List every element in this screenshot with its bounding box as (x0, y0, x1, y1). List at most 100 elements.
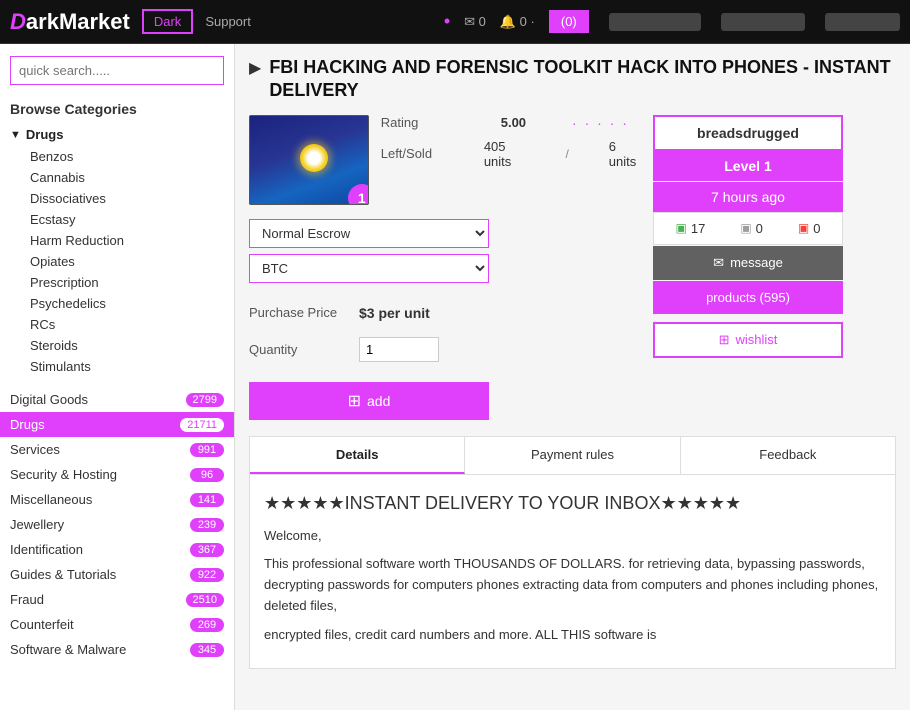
subcat-ecstasy[interactable]: Ecstasy (22, 209, 234, 230)
tab-payment-rules[interactable]: Payment rules (465, 437, 680, 474)
sidebar-item-guides[interactable]: Guides & Tutorials 922 (0, 562, 234, 587)
sidebar-item-counterfeit[interactable]: Counterfeit 269 (0, 612, 234, 637)
subcat-harm-reduction[interactable]: Harm Reduction (22, 230, 234, 251)
category-drugs[interactable]: ▼ Drugs (0, 123, 234, 146)
seller-last-seen: 7 hours ago (653, 182, 843, 212)
drugs-subcategories: Benzos Cannabis Dissociatives Ecstasy Ha… (0, 146, 234, 377)
price-value: $3 per unit (359, 305, 430, 321)
rating-value: 5.00 (501, 115, 526, 130)
wishlist-label: wishlist (736, 332, 778, 347)
main-layout: Browse Categories ▼ Drugs Benzos Cannabi… (0, 44, 910, 710)
negative-count: 0 (813, 221, 820, 236)
positive-count: 17 (691, 221, 705, 236)
product-title-row: ▶ FBI HACKING AND FORENSIC TOOLKIT HACK … (249, 56, 896, 103)
wishlist-icon: ⊞ (719, 332, 730, 348)
sidebar-item-label: Services (10, 442, 60, 457)
user-blurred-3: ▓▓▓▓ (825, 13, 900, 31)
sidebar-item-software[interactable]: Software & Malware 345 (0, 637, 234, 662)
positive-icon: ▣ (676, 221, 687, 235)
search-box (10, 56, 224, 85)
delivery-stars: ★★★★★INSTANT DELIVERY TO YOUR INBOX★★★★★ (264, 489, 881, 518)
details-content: ★★★★★INSTANT DELIVERY TO YOUR INBOX★★★★★… (249, 475, 896, 669)
subcat-stimulants[interactable]: Stimulants (22, 356, 234, 377)
subcat-opiates[interactable]: Opiates (22, 251, 234, 272)
sidebar-item-badge: 345 (190, 643, 224, 657)
message-button[interactable]: ✉ message (653, 246, 843, 280)
currency-select[interactable]: BTC (249, 254, 489, 283)
welcome-text: Welcome, (264, 526, 881, 547)
sidebar-item-digital-goods[interactable]: Digital Goods 2799 (0, 387, 234, 412)
quantity-label: Quantity (249, 342, 349, 357)
sidebar-item-jewellery[interactable]: Jewellery 239 (0, 512, 234, 537)
rating-stars: · · · · · (572, 115, 629, 131)
sidebar-item-badge: 96 (190, 468, 224, 482)
units-separator: / (565, 147, 568, 161)
subcat-benzos[interactable]: Benzos (22, 146, 234, 167)
sidebar-item-fraud[interactable]: Fraud 2510 (0, 587, 234, 612)
tab-details[interactable]: Details (250, 437, 465, 474)
details-body-2: encrypted files, credit card numbers and… (264, 625, 881, 646)
seller-panel: breadsdrugged Level 1 7 hours ago ▣ 17 ▣… (653, 115, 843, 420)
sidebar-item-security[interactable]: Security & Hosting 96 (0, 462, 234, 487)
subcat-steroids[interactable]: Steroids (22, 335, 234, 356)
sidebar-item-badge: 269 (190, 618, 224, 632)
sidebar-item-badge: 922 (190, 568, 224, 582)
sidebar-item-identification[interactable]: Identification 367 (0, 537, 234, 562)
notifications-icon[interactable]: 🔔 0 · (500, 14, 535, 30)
tab-feedback[interactable]: Feedback (681, 437, 895, 474)
sidebar-item-miscellaneous[interactable]: Miscellaneous 141 (0, 487, 234, 512)
logo: DarkMarket (10, 9, 130, 35)
product-left-panel: 1 Rating 5.00 · · · · · Left/Sold 405 un… (249, 115, 639, 420)
product-tabs: Details Payment rules Feedback (249, 436, 896, 475)
nav-dot: • (444, 11, 450, 32)
quantity-row: Quantity (249, 337, 639, 362)
sidebar-item-label: Miscellaneous (10, 492, 92, 507)
sidebar-item-label: Drugs (10, 417, 45, 432)
sidebar-item-drugs[interactable]: Drugs 21711 (0, 412, 234, 437)
add-to-cart-button[interactable]: ⊞ add (249, 382, 489, 420)
seller-name[interactable]: breadsdrugged (653, 115, 843, 151)
subcat-cannabis[interactable]: Cannabis (22, 167, 234, 188)
arrow-icon: ▼ (10, 129, 21, 141)
neutral-feedback: ▣ 0 (740, 221, 763, 236)
product-thumbnail: 1 (249, 115, 369, 205)
sidebar-item-badge: 367 (190, 543, 224, 557)
sidebar-item-label: Security & Hosting (10, 467, 117, 482)
product-image-area: 1 Rating 5.00 · · · · · Left/Sold 405 un… (249, 115, 639, 205)
price-row: Purchase Price $3 per unit (249, 305, 639, 321)
cart-button[interactable]: (0) (549, 10, 589, 33)
search-input[interactable] (10, 56, 224, 85)
subcat-psychedelics[interactable]: Psychedelics (22, 293, 234, 314)
quantity-input[interactable] (359, 337, 439, 362)
rating-label: Rating (381, 115, 461, 130)
sidebar-item-label: Software & Malware (10, 642, 126, 657)
product-title: FBI HACKING AND FORENSIC TOOLKIT HACK IN… (269, 56, 896, 103)
thumb-circle (300, 144, 328, 172)
details-body-1: This professional software worth THOUSAN… (264, 554, 881, 616)
products-button[interactable]: products (595) (653, 281, 843, 314)
price-label: Purchase Price (249, 305, 349, 320)
neutral-count: 0 (756, 221, 763, 236)
leftsold-label: Left/Sold (381, 146, 444, 161)
rating-row: Rating 5.00 · · · · · (381, 115, 639, 131)
sidebar: Browse Categories ▼ Drugs Benzos Cannabi… (0, 44, 235, 710)
dark-mode-button[interactable]: Dark (142, 9, 193, 34)
category-list: Digital Goods 2799 Drugs 21711 Services … (0, 387, 234, 662)
messages-icon[interactable]: ✉ 0 (464, 14, 486, 30)
escrow-select[interactable]: Normal Escrow (249, 219, 489, 248)
sidebar-item-services[interactable]: Services 991 (0, 437, 234, 462)
sidebar-item-badge: 141 (190, 493, 224, 507)
units-left: 405 units (484, 139, 526, 169)
subcat-rcs[interactable]: RCs (22, 314, 234, 335)
sidebar-item-badge: 239 (190, 518, 224, 532)
sidebar-item-label: Jewellery (10, 517, 64, 532)
browse-categories-title: Browse Categories (0, 93, 234, 123)
units-sold: 6 units (609, 139, 639, 169)
wishlist-button[interactable]: ⊞ wishlist (653, 322, 843, 358)
support-link[interactable]: Support (205, 14, 251, 29)
category-drugs-label: Drugs (26, 127, 64, 142)
seller-stats: ▣ 17 ▣ 0 ▣ 0 (653, 212, 843, 245)
subcat-prescription[interactable]: Prescription (22, 272, 234, 293)
subcat-dissociatives[interactable]: Dissociatives (22, 188, 234, 209)
neutral-icon: ▣ (740, 221, 751, 235)
